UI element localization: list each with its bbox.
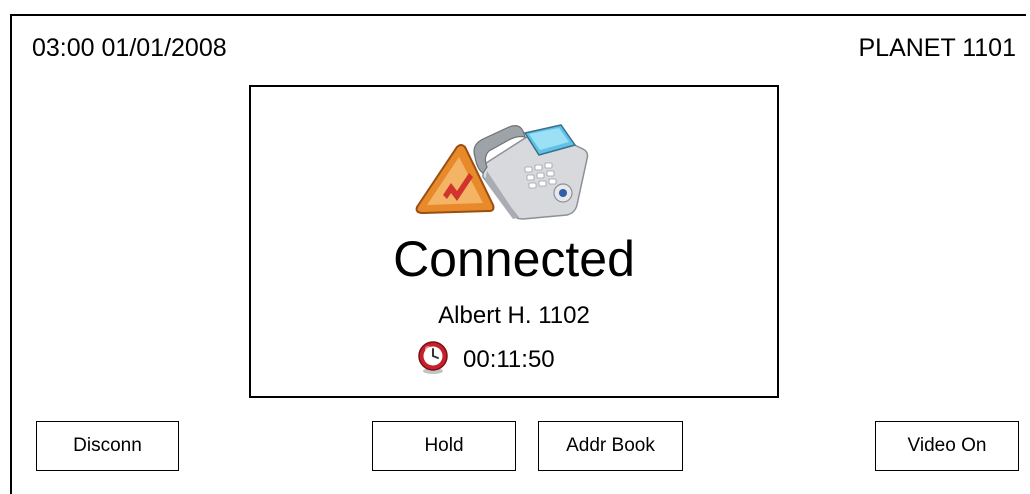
device-name-label: PLANET 1101 — [858, 34, 1016, 62]
datetime-display: 03:00 01/01/2008 — [32, 34, 227, 62]
address-book-button[interactable]: Addr Book — [538, 421, 683, 471]
caller-name: Albert H. 1102 — [438, 302, 590, 329]
call-timer: 00:11:50 — [463, 346, 555, 373]
clock-icon — [418, 341, 448, 374]
video-on-button[interactable]: Video On — [875, 421, 1019, 471]
call-timer-row: 00:11:50 — [417, 341, 555, 375]
hold-button[interactable]: Hold — [372, 421, 516, 471]
call-status-panel: Connected Albert H. 1102 00:11:50 — [249, 85, 779, 398]
call-status-text: Connected — [393, 231, 635, 287]
phone-warning-icon — [415, 124, 589, 220]
disconnect-button[interactable]: Disconn — [36, 421, 179, 471]
